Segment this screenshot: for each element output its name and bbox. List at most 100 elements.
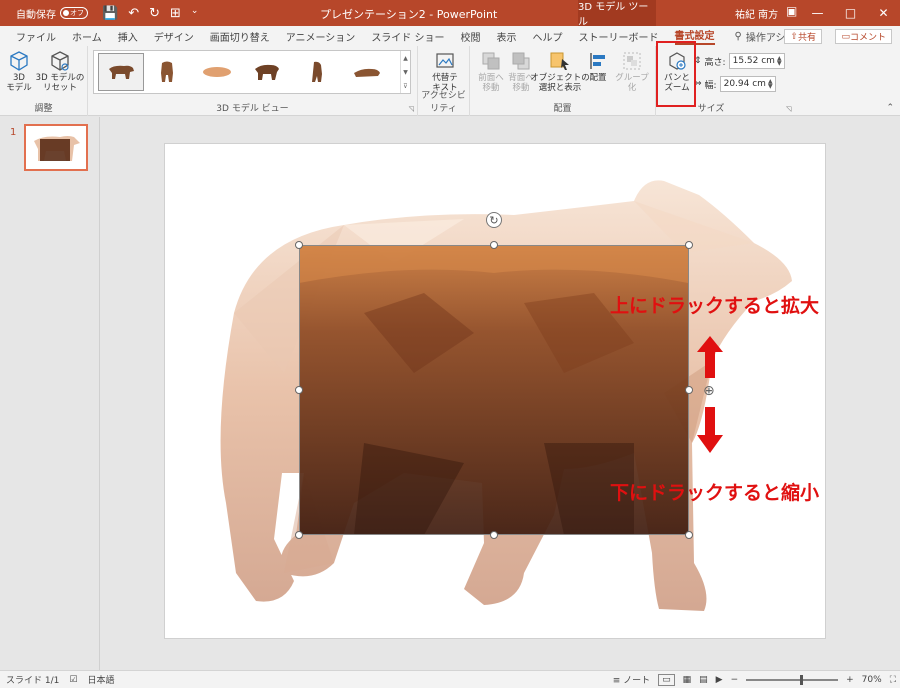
minimize-icon[interactable]: — — [801, 0, 834, 26]
zoom-slider[interactable] — [746, 674, 839, 685]
dialog-launcher-icon[interactable]: ◹ — [409, 105, 414, 113]
resize-handle-bl[interactable] — [295, 531, 303, 539]
tab-view[interactable]: 表示 — [489, 26, 525, 46]
selection-pane-button[interactable]: オブジェクトの 選択と表示 — [530, 50, 590, 94]
resize-handle-br[interactable] — [685, 531, 693, 539]
bring-forward-label: 前面へ 移動 — [478, 73, 504, 93]
user-name[interactable]: 祐紀 南方 — [735, 6, 778, 21]
redo-icon[interactable]: ↻ — [149, 6, 160, 21]
view-thumb-angle[interactable] — [294, 53, 340, 91]
group-adjust: 3D モデル 3D モデルの リセット 調整 — [0, 46, 88, 116]
gallery-more-icon[interactable]: ⊽ — [403, 83, 407, 90]
spellcheck-icon[interactable]: ☑ — [69, 675, 77, 685]
normal-view-icon[interactable]: ▭ — [658, 673, 675, 686]
selection-pane-label: オブジェクトの 選択と表示 — [530, 73, 590, 93]
zoom-level[interactable]: 70% — [862, 675, 882, 685]
3d-model-label: 3D モデル — [6, 73, 32, 93]
slideshow-icon[interactable]: ▶ — [716, 675, 723, 685]
slide-number: 1 — [10, 127, 17, 138]
height-spinner-icon[interactable]: ▲ ▼ — [777, 55, 784, 66]
slide-thumbnail[interactable] — [24, 124, 88, 171]
tab-help[interactable]: ヘルプ — [525, 26, 571, 46]
resize-handle-tr[interactable] — [685, 241, 693, 249]
tab-transitions[interactable]: 画面切り替え — [202, 26, 278, 46]
notes-label: ノート — [623, 676, 651, 686]
reading-view-icon[interactable]: ▤ — [699, 675, 708, 685]
status-bar: スライド 1/1 ☑ 日本語 ≡ ノート ▭ ▦ ▤ ▶ − + 70% ⛶ — [0, 670, 900, 688]
autosave-toggle[interactable]: オフ — [60, 7, 88, 19]
tab-slideshow[interactable]: スライド ショー — [363, 26, 452, 46]
tab-animations[interactable]: アニメーション — [278, 26, 364, 46]
tab-review[interactable]: 校閲 — [453, 26, 489, 46]
width-field[interactable]: 20.94 cm ▲ ▼ — [719, 76, 776, 92]
contextual-tool-tab: 3D モデル ツール — [578, 0, 656, 28]
resize-handle-tl[interactable] — [295, 241, 303, 249]
view-thumb-low[interactable] — [344, 53, 390, 91]
close-icon[interactable]: ✕ — [867, 0, 900, 26]
maximize-icon[interactable]: □ — [834, 0, 867, 26]
resize-handle-l[interactable] — [295, 386, 303, 394]
zoom-in-icon[interactable]: + — [846, 675, 854, 685]
rotate-handle-icon[interactable]: ↻ — [486, 212, 502, 228]
undo-icon[interactable]: ↶ — [128, 6, 139, 21]
language-indicator[interactable]: 日本語 — [87, 673, 114, 686]
reset-3d-model-label: 3D モデルの リセット — [35, 73, 85, 93]
resize-handle-r[interactable] — [685, 386, 693, 394]
view-thumb-front[interactable] — [98, 53, 144, 91]
tab-design[interactable]: デザイン — [146, 26, 202, 46]
scroll-up-icon[interactable]: ▲ — [403, 55, 408, 62]
bring-forward-button[interactable]: 前面へ 移動 — [476, 50, 506, 94]
autosave-label: 自動保存 — [16, 9, 56, 21]
slide-sorter-icon[interactable]: ▦ — [683, 675, 692, 685]
reset-3d-model-button[interactable]: 3D モデルの リセット — [36, 50, 84, 94]
comment-button[interactable]: ▭ コメント — [835, 29, 892, 44]
align-label: 配置 — [589, 73, 607, 83]
view-thumb-side[interactable] — [244, 53, 290, 91]
alt-text-icon — [436, 53, 454, 68]
zoom-slider-thumb[interactable] — [800, 674, 804, 685]
resize-handle-b[interactable] — [490, 531, 498, 539]
notes-button[interactable]: ≡ ノート — [613, 673, 650, 686]
scroll-down-icon[interactable]: ▼ — [403, 69, 408, 76]
width-spinner-icon[interactable]: ▲ ▼ — [768, 78, 775, 89]
tab-home[interactable]: ホーム — [64, 26, 110, 46]
share-label: 共有 — [797, 33, 816, 43]
share-button[interactable]: ⇧ 共有 — [784, 29, 822, 44]
group-button[interactable]: グループ化 — [612, 50, 652, 94]
group-label-btn: グループ化 — [615, 73, 649, 93]
group-arrange-label: 配置 — [553, 104, 572, 114]
tab-file[interactable]: ファイル — [8, 26, 64, 46]
present-icon[interactable]: ⊞ — [170, 6, 181, 21]
group-arrange: 前面へ 移動 背面へ 移動 オブジェクトの 選択と表示 配置 グループ化 配置 — [470, 46, 656, 116]
comment-icon: ▭ — [841, 31, 850, 42]
search-icon: ⚲ — [734, 30, 742, 42]
resize-handle-t[interactable] — [490, 241, 498, 249]
send-backward-icon — [512, 52, 530, 70]
fit-to-window-icon[interactable]: ⛶ — [890, 675, 896, 685]
align-button[interactable]: 配置 — [586, 50, 610, 84]
bear-view-icon — [203, 67, 231, 77]
tab-storyboard[interactable]: ストーリーボード — [571, 26, 667, 46]
width-value: 20.94 cm — [723, 79, 766, 89]
view-thumb-back[interactable] — [144, 53, 190, 91]
customize-qat-icon[interactable]: ⌄ — [191, 6, 199, 21]
document-title: プレゼンテーション2 - PowerPoint — [320, 8, 498, 21]
zoom-handle-icon[interactable]: ⊕ — [703, 383, 715, 399]
group-accessibility-label: アクセシビリティ — [421, 91, 466, 114]
bear-view-icon — [161, 61, 173, 82]
alt-text-button[interactable]: 代替テ キスト — [426, 50, 464, 94]
group-3d-views-label: 3D モデル ビュー — [216, 104, 289, 114]
save-icon[interactable]: 💾 — [102, 6, 118, 21]
gallery-scroll[interactable]: ▲ ▼ ⊽ — [400, 51, 410, 93]
view-thumb-top[interactable] — [194, 53, 240, 91]
zoom-out-icon[interactable]: − — [731, 675, 739, 685]
autosave[interactable]: 自動保存 オフ — [0, 6, 88, 21]
tab-insert[interactable]: 挿入 — [110, 26, 146, 46]
height-value: 15.52 cm — [732, 56, 775, 66]
height-field[interactable]: 15.52 cm ▲ ▼ — [728, 53, 785, 69]
3d-model-button[interactable]: 3D モデル — [4, 50, 34, 94]
notes-icon: ≡ — [612, 676, 624, 686]
collapse-ribbon-icon[interactable]: ⌃ — [886, 103, 894, 113]
size-dialog-launcher-icon[interactable]: ◹ — [786, 105, 791, 113]
ribbon-display-options-icon[interactable]: ▣ — [786, 4, 797, 18]
